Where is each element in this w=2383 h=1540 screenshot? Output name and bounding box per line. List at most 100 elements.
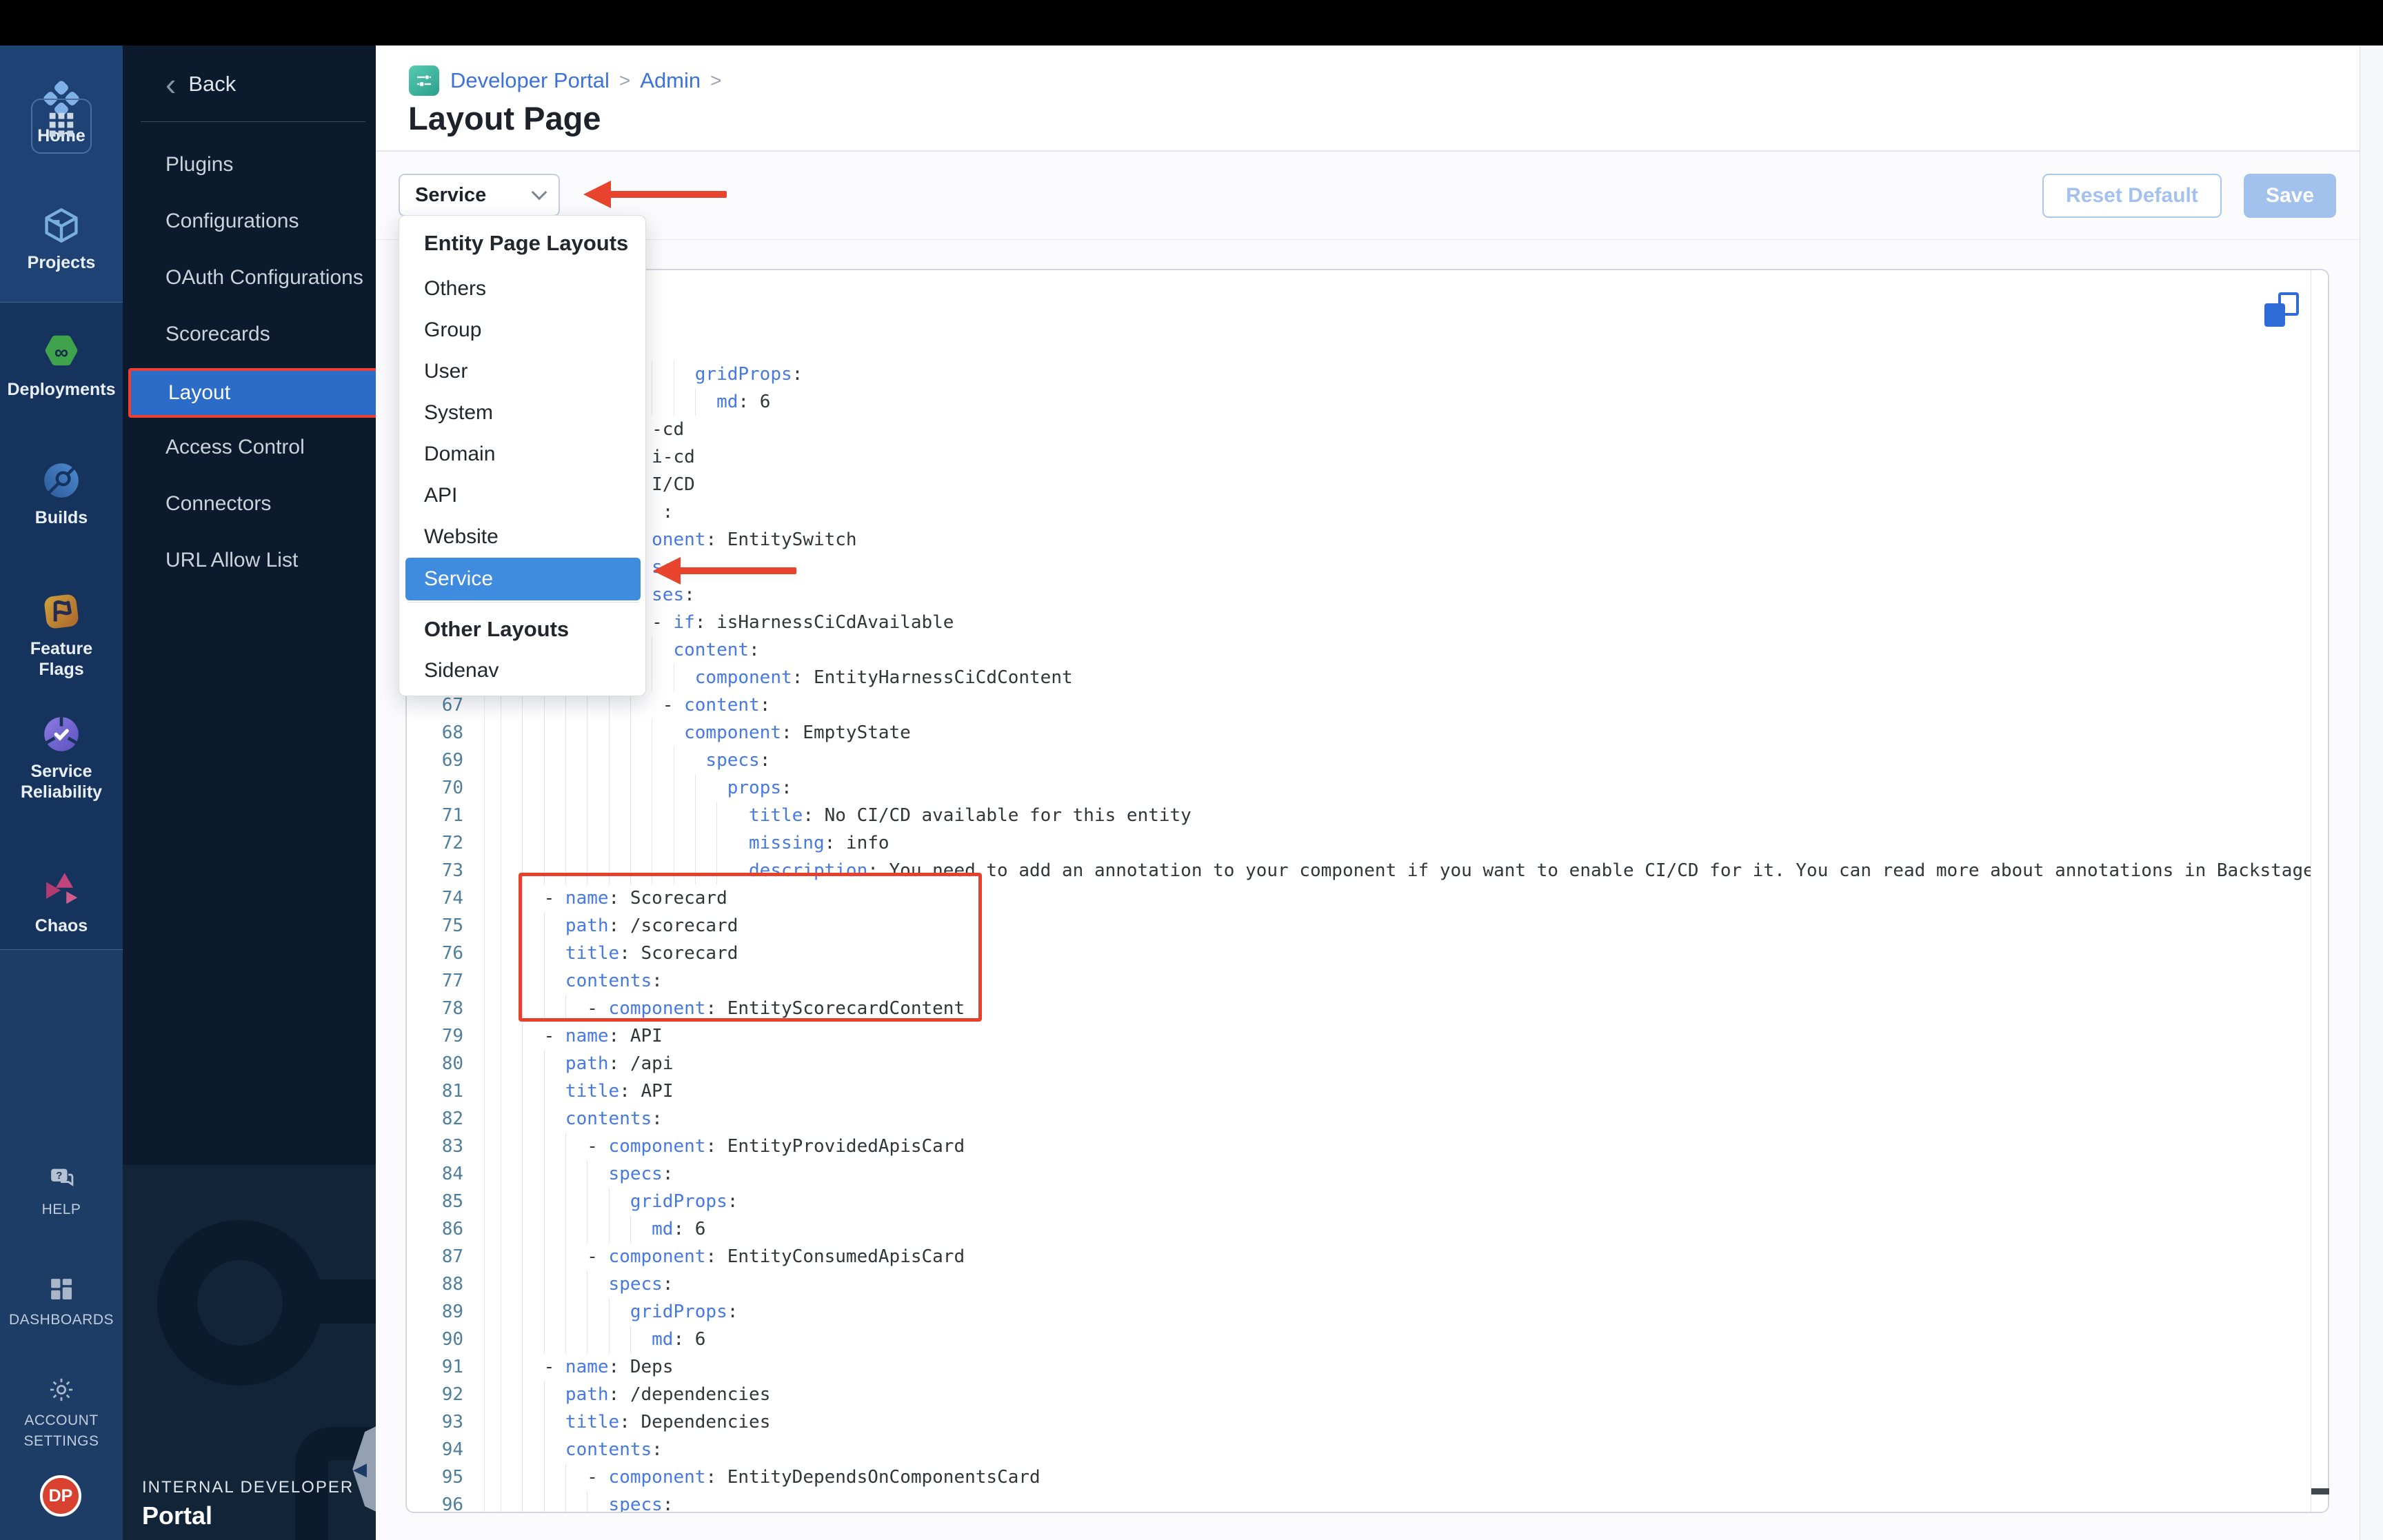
avatar[interactable]: DP xyxy=(40,1475,81,1517)
code-text: - component: EntityProvidedApisCard xyxy=(501,1136,965,1157)
line-number: 85 xyxy=(441,1191,463,1212)
admin-item-oauth-configurations[interactable]: OAuth Configurations xyxy=(123,259,376,296)
back-label: Back xyxy=(188,72,237,96)
code-line: 67 - content: xyxy=(407,691,2311,719)
sidebar-item-label: Projects xyxy=(27,253,96,272)
chaos-icon xyxy=(0,867,123,910)
admin-item-configurations[interactable]: Configurations xyxy=(123,203,376,240)
line-number: 79 xyxy=(441,1026,463,1046)
save-button[interactable]: Save xyxy=(2244,174,2336,218)
line-number: 76 xyxy=(441,943,463,964)
line-number: 92 xyxy=(441,1384,463,1405)
module-grid-button[interactable] xyxy=(31,99,92,154)
reset-default-button[interactable]: Reset Default xyxy=(2042,174,2222,218)
admin-item-connectors[interactable]: Connectors xyxy=(123,485,376,523)
admin-item-url-allow-list[interactable]: URL Allow List xyxy=(123,542,376,579)
annotation-box-scorecard-lines xyxy=(519,873,982,1022)
code-text: md: 6 xyxy=(652,1219,706,1239)
page-title: Layout Page xyxy=(408,100,601,136)
sidebar-item-label: Service Reliability xyxy=(20,762,103,802)
line-number: 68 xyxy=(441,722,463,743)
dropdown-item-service[interactable]: Service xyxy=(405,558,641,600)
gear-icon xyxy=(0,1375,123,1405)
chevron-left-icon: ‹ xyxy=(165,66,177,102)
admin-item-scorecards[interactable]: Scorecards xyxy=(123,316,376,353)
gutter-separator xyxy=(484,995,485,1022)
brand-line2: Portal xyxy=(142,1501,213,1530)
gutter-separator xyxy=(484,1463,485,1491)
code-line: 83 - component: EntityProvidedApisCard xyxy=(407,1133,2311,1160)
sidebar-item-deployments[interactable]: ∞ Deployments xyxy=(0,331,123,400)
breadcrumb-app[interactable]: Developer Portal xyxy=(450,68,610,93)
sidebar-item-account-settings[interactable]: ACCOUNT SETTINGS xyxy=(0,1375,123,1452)
dropdown-item-others[interactable]: Others xyxy=(399,268,647,310)
sidebar-item-dashboards[interactable]: DASHBOARDS xyxy=(0,1274,123,1330)
dropdown-item-website[interactable]: Website xyxy=(399,516,647,558)
dropdown-item-group[interactable]: Group xyxy=(399,310,647,351)
sidebar-item-label: HELP xyxy=(41,1202,81,1217)
sidebar-item-label: Feature Flags xyxy=(30,639,93,679)
breadcrumb: Developer Portal > Admin > xyxy=(409,65,732,96)
code-text: contents: xyxy=(565,1439,663,1460)
dropdown-item-sidenav[interactable]: Sidenav xyxy=(399,650,647,691)
code-line: 66 component: EntityHarnessCiCdContent xyxy=(407,664,2311,691)
dropdown-item-domain[interactable]: Domain xyxy=(399,434,647,475)
code-line: 59 I/CD xyxy=(407,471,2311,498)
dropdown-item-api[interactable]: API xyxy=(399,475,647,516)
code-line: 64 - if: isHarnessCiCdAvailable xyxy=(407,609,2311,636)
code-text: path: /api xyxy=(565,1053,674,1074)
svg-text:?: ? xyxy=(56,1171,62,1182)
code-line: 79 - name: API xyxy=(407,1022,2311,1050)
sidebar-item-feature-flags[interactable]: Feature Flags xyxy=(0,590,123,680)
sidebar-item-service-reliability[interactable]: Service Reliability xyxy=(0,713,123,802)
page-scrollbar[interactable] xyxy=(2360,45,2383,1540)
sidebar-item-label: DASHBOARDS xyxy=(8,1312,114,1328)
line-number: 91 xyxy=(441,1357,463,1377)
gutter-separator xyxy=(484,1215,485,1243)
breadcrumb-separator: > xyxy=(619,70,631,91)
admin-item-plugins[interactable]: Plugins xyxy=(123,146,376,183)
code-line: 58 i-cd xyxy=(407,443,2311,471)
code-text: component: EmptyState xyxy=(684,722,911,743)
admin-item-layout[interactable]: Layout xyxy=(128,368,376,418)
layout-type-select[interactable]: Service xyxy=(399,174,560,216)
brand-line1: INTERNAL DEVELOPER xyxy=(142,1478,354,1497)
editor-scrollbar-thumb[interactable] xyxy=(2311,1488,2329,1495)
sidebar-item-chaos[interactable]: Chaos xyxy=(0,867,123,936)
sidebar-item-label: Chaos xyxy=(34,916,88,935)
code-line: 70 props: xyxy=(407,774,2311,802)
sidebar-item-projects[interactable]: Projects xyxy=(0,204,123,273)
gutter-separator xyxy=(484,747,485,774)
copy-icon[interactable] xyxy=(2263,292,2299,328)
help-icon: ? xyxy=(0,1164,123,1194)
code-text: props: xyxy=(727,778,792,798)
projects-icon xyxy=(0,204,123,247)
deployments-icon: ∞ xyxy=(0,331,123,374)
gutter-separator xyxy=(484,829,485,857)
line-number: 87 xyxy=(441,1246,463,1267)
code-line: 60 : xyxy=(407,498,2311,526)
sidebar-item-label: Deployments xyxy=(7,380,116,399)
layout-select-value: Service xyxy=(415,183,487,206)
code-line: 57 -cd xyxy=(407,416,2311,443)
brand: INTERNAL DEVELOPER Portal xyxy=(142,1478,354,1530)
code-line: 96 specs: xyxy=(407,1491,2311,1512)
code-line: 80 path: /api xyxy=(407,1050,2311,1077)
sidebar-item-help[interactable]: ? HELP xyxy=(0,1164,123,1220)
code-line: 71 title: No CI/CD available for this en… xyxy=(407,802,2311,829)
dropdown-item-user[interactable]: User xyxy=(399,351,647,392)
breadcrumb-separator: > xyxy=(710,70,722,91)
admin-item-access-control[interactable]: Access Control xyxy=(123,429,376,466)
dropdown-item-system[interactable]: System xyxy=(399,392,647,434)
line-number: 94 xyxy=(441,1439,463,1460)
back-button[interactable]: ‹ Back xyxy=(165,66,237,102)
code-line: 93 title: Dependencies xyxy=(407,1408,2311,1436)
feature-flags-icon xyxy=(0,590,123,633)
sidebar-item-builds[interactable]: Builds xyxy=(0,459,123,528)
code-text: specs: xyxy=(608,1164,674,1184)
line-number: 73 xyxy=(441,860,463,881)
gutter-separator xyxy=(484,857,485,884)
breadcrumb-section[interactable]: Admin xyxy=(640,68,701,93)
code-line: 90 md: 6 xyxy=(407,1326,2311,1353)
sidebar-divider xyxy=(0,302,123,303)
